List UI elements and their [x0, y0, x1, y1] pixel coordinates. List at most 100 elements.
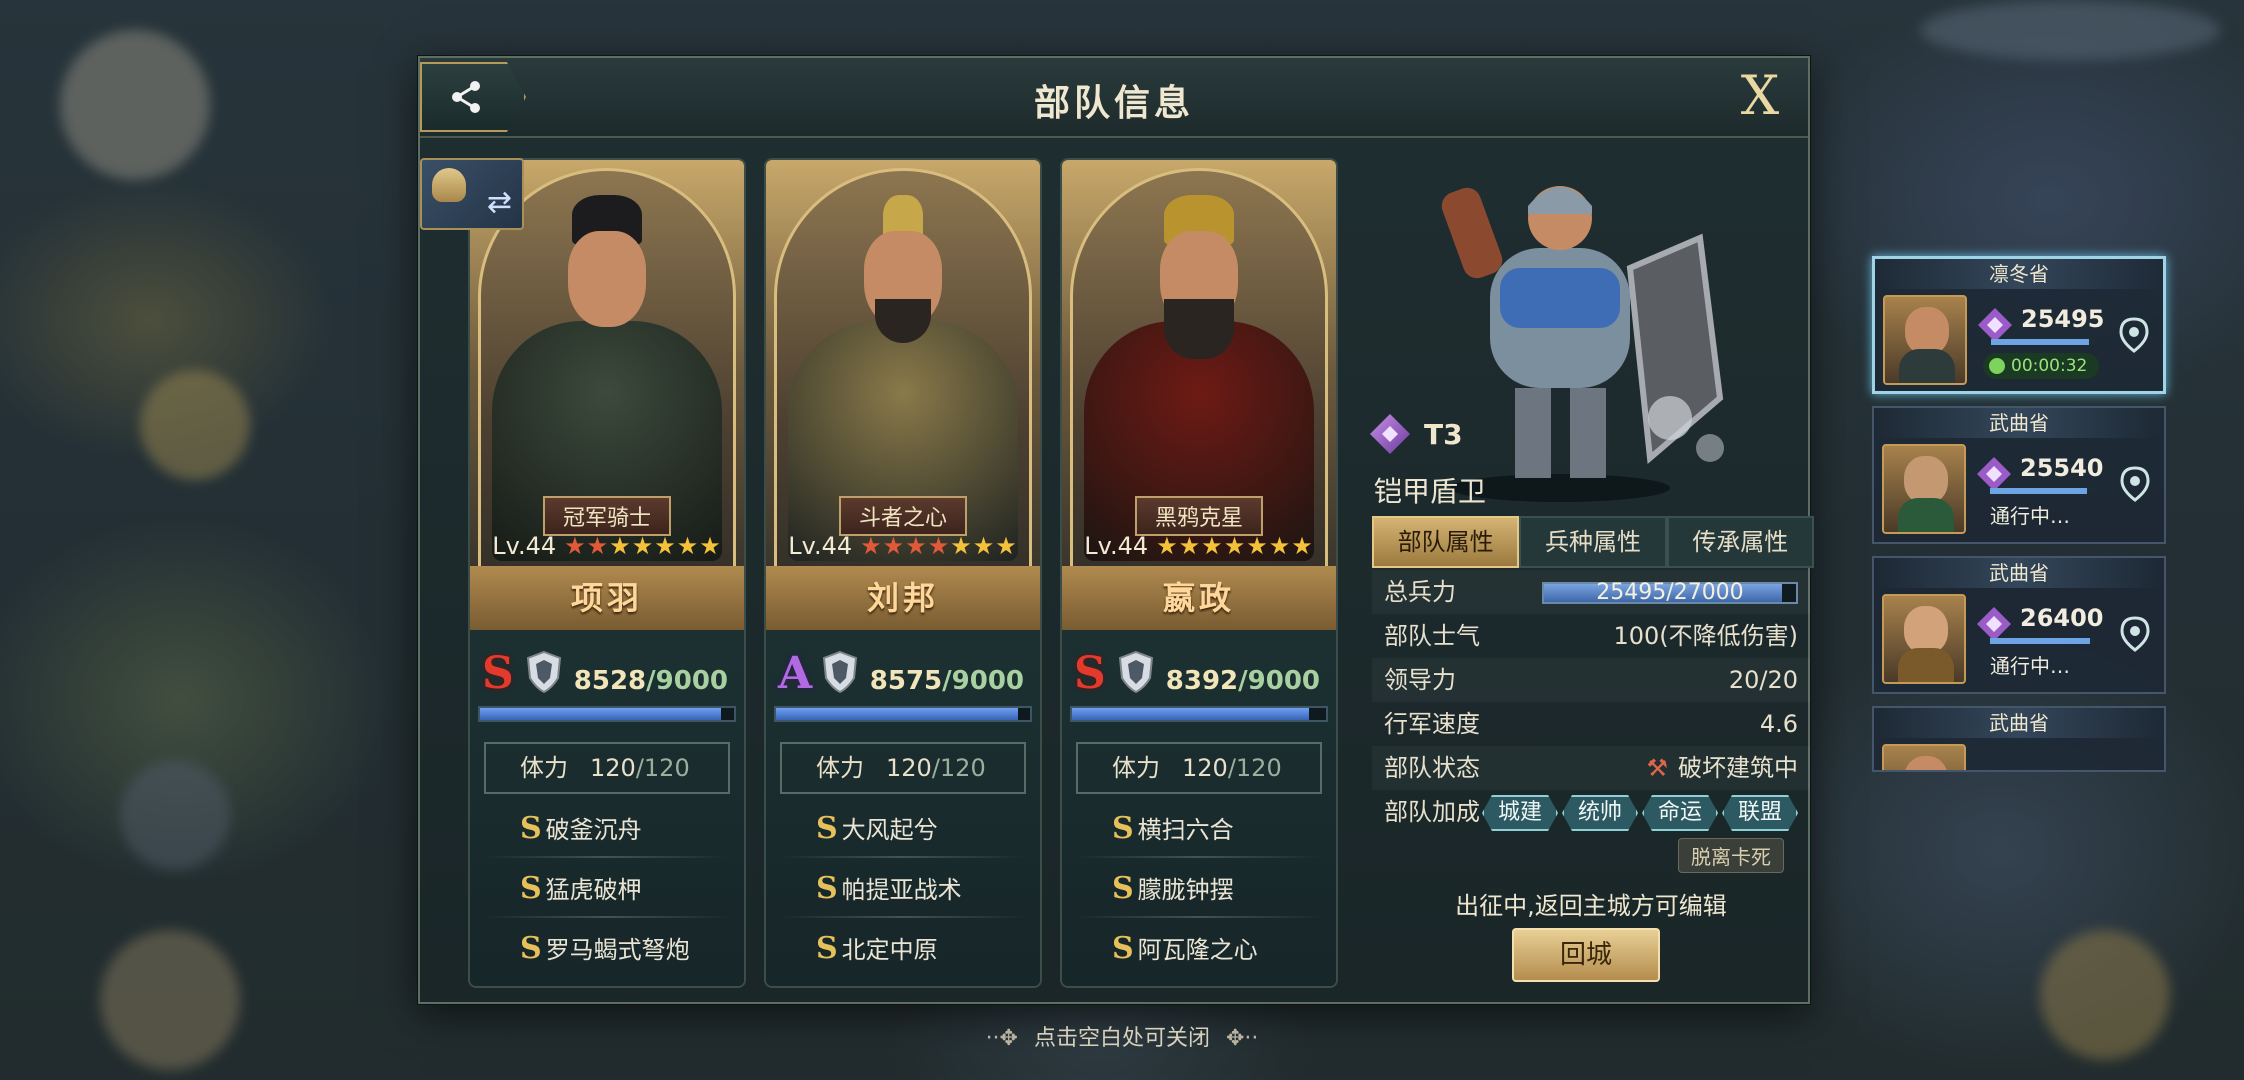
- attribute-tabs: 部队属性 兵种属性 传承属性: [1372, 516, 1814, 568]
- helmet-icon: [432, 168, 466, 202]
- swap-formation-button[interactable]: ⇄: [420, 158, 524, 230]
- hero-name: 嬴政: [1062, 566, 1336, 630]
- march-region: 武曲省: [1874, 708, 2164, 738]
- march-troops-bar: [1991, 339, 2095, 345]
- march-slot-1[interactable]: 凛冬省 25495 00:00:32: [1872, 256, 2166, 394]
- total-troops-bar: 25495/27000: [1542, 582, 1798, 604]
- avatar: [1883, 295, 1967, 385]
- hero-title-ribbon: 冠军骑士: [542, 496, 672, 536]
- tier-gem-icon: [1977, 457, 2011, 491]
- recall-button[interactable]: 回城: [1512, 928, 1660, 982]
- tab-inheritance-attributes[interactable]: 传承属性: [1666, 516, 1814, 568]
- avatar: [1882, 744, 1966, 770]
- hero-stamina: 体力 120/120: [484, 742, 730, 794]
- ornament-icon: ✥··: [1226, 1026, 1259, 1051]
- stat-morale: 部队士气 100(不降低伤害): [1384, 622, 1798, 650]
- location-pin-icon[interactable]: [2118, 616, 2152, 654]
- march-timer: 00:00:32: [1983, 353, 2099, 379]
- bonus-tag-commander[interactable]: 统帅: [1562, 795, 1638, 831]
- hero-card-2[interactable]: 斗者之心 Lv.44 ★★★★★★★ 刘邦 A 8575/9000 体力 120/1…: [764, 158, 1042, 988]
- march-status: 通行中…: [1990, 654, 2070, 678]
- stat-march-speed: 行军速度 4.6: [1384, 710, 1798, 738]
- skill-2[interactable]: S 帕提亚战术: [816, 870, 962, 906]
- march-troops-bar: [1990, 638, 2094, 644]
- star-rating-icon: ★★★★★★★: [564, 532, 722, 560]
- hero-portrait: 黑鸦克星 Lv.44 ★★★★★★★ 嬴政: [1062, 160, 1336, 630]
- march-region: 凛冬省: [1875, 259, 2163, 289]
- hero-portrait: 斗者之心 Lv.44 ★★★★★★★ 刘邦: [766, 160, 1040, 630]
- hero-name: 刘邦: [766, 566, 1040, 630]
- skill-3[interactable]: S 北定中原: [816, 930, 938, 966]
- hero-level-row: Lv.44 ★★★★★★★: [470, 532, 744, 560]
- hero-grade: A: [778, 648, 813, 699]
- unit-name: 铠甲盾卫: [1374, 475, 1487, 508]
- march-slot-4[interactable]: 武曲省: [1872, 706, 2166, 772]
- stat-leadership: 领导力 20/20: [1372, 658, 1810, 702]
- star-rating-icon: ★★★★★★★: [860, 532, 1018, 560]
- skill-3[interactable]: S 罗马蝎式弩炮: [520, 930, 690, 966]
- star-rating-icon: ★★★★★★★: [1156, 532, 1314, 560]
- hero-troops: 8528/9000: [573, 666, 728, 696]
- ornament-icon: ··✥: [985, 1026, 1018, 1051]
- hero-card-1[interactable]: 冠军骑士 Lv.44 ★★★★★★★ 项羽 S 8528/9000 体力 120/1…: [468, 158, 746, 988]
- skill-1[interactable]: S 横扫六合: [1112, 810, 1234, 846]
- troop-info-panel: 部队信息 X ⇄ 冠军骑士 Lv.44 ★★★★★★★ 项羽 S 8528/900…: [418, 56, 1814, 1004]
- march-status: 通行中…: [1990, 504, 2070, 528]
- unit-soldier-illustration: [1441, 186, 1724, 502]
- hero-title-ribbon: 斗者之心: [838, 496, 968, 536]
- march-slot-3[interactable]: 武曲省 26400 通行中…: [1872, 556, 2166, 694]
- hero-grade: S: [1074, 648, 1106, 699]
- swap-arrows-icon: ⇄: [486, 185, 512, 220]
- skill-2[interactable]: S 朦胧钟摆: [1112, 870, 1234, 906]
- skill-1[interactable]: S 大风起兮: [816, 810, 938, 846]
- hero-title-ribbon: 黑鸦克星: [1134, 496, 1264, 536]
- hero-level: Lv.44: [492, 532, 557, 560]
- avatar: [1882, 444, 1966, 534]
- march-region: 武曲省: [1874, 558, 2164, 588]
- location-pin-icon[interactable]: [2118, 466, 2152, 504]
- unit-tier-label: T3: [1424, 417, 1463, 451]
- hero-level-row: Lv.44 ★★★★★★★: [766, 532, 1040, 560]
- panel-title: 部队信息: [1033, 83, 1194, 124]
- location-pin-icon[interactable]: [2117, 317, 2151, 355]
- unit-tier: T3: [1370, 414, 1463, 454]
- skill-3[interactable]: S 阿瓦隆之心: [1112, 930, 1258, 966]
- hero-troops: 8575/9000: [869, 666, 1024, 696]
- hero-level: Lv.44: [788, 532, 853, 560]
- tab-unit-type-attributes[interactable]: 兵种属性: [1519, 516, 1667, 568]
- hero-stamina: 体力 120/120: [780, 742, 1026, 794]
- skill-1[interactable]: S 破釜沉舟: [520, 810, 642, 846]
- edit-note: 出征中,返回主城方可编辑: [1455, 892, 1727, 920]
- title-bar: 部队信息 X: [420, 58, 1808, 138]
- march-troops-bar: [1990, 488, 2094, 494]
- hero-troops-bar: [1070, 706, 1328, 722]
- hero-card-3[interactable]: 黑鸦克星 Lv.44 ★★★★★★★ 嬴政 S 8392/9000 体力 120/1…: [1060, 158, 1338, 988]
- march-troops: 26400: [2020, 604, 2104, 632]
- tab-troop-attributes[interactable]: 部队属性: [1372, 516, 1520, 568]
- shield-icon: [526, 650, 562, 694]
- tap-to-close-hint: ··✥ 点击空白处可关闭 ✥··: [985, 1026, 1259, 1051]
- tier-gem-icon: [1370, 414, 1410, 454]
- shield-icon: [822, 650, 858, 694]
- avatar: [1882, 594, 1966, 684]
- bonus-tag-fate[interactable]: 命运: [1642, 795, 1718, 831]
- march-troops: 25540: [2020, 454, 2104, 482]
- hero-level-row: Lv.44 ★★★★★★★: [1062, 532, 1336, 560]
- hero-portrait: 冠军骑士 Lv.44 ★★★★★★★ 项羽: [470, 160, 744, 630]
- skill-2[interactable]: S 猛虎破柙: [520, 870, 642, 906]
- hero-troops-bar: [774, 706, 1032, 722]
- march-troops: 25495: [2021, 305, 2105, 333]
- hero-stamina: 体力 120/120: [1076, 742, 1322, 794]
- march-slot-2[interactable]: 武曲省 25540 通行中…: [1872, 406, 2166, 544]
- hero-grade: S: [482, 648, 514, 699]
- close-button[interactable]: X: [1730, 66, 1790, 126]
- march-region: 武曲省: [1874, 408, 2164, 438]
- stat-total-troops: 总兵力 25495/27000: [1372, 570, 1810, 614]
- bonus-tags: 城建 统帅 命运 联盟: [1482, 795, 1798, 831]
- bonus-tag-alliance[interactable]: 联盟: [1722, 795, 1798, 831]
- unstuck-button[interactable]: 脱离卡死: [1678, 838, 1784, 873]
- bonus-tag-city[interactable]: 城建: [1482, 795, 1558, 831]
- shield-icon: [1118, 650, 1154, 694]
- tier-gem-icon: [1978, 308, 2012, 342]
- destroy-building-icon: ⚒: [1646, 754, 1668, 782]
